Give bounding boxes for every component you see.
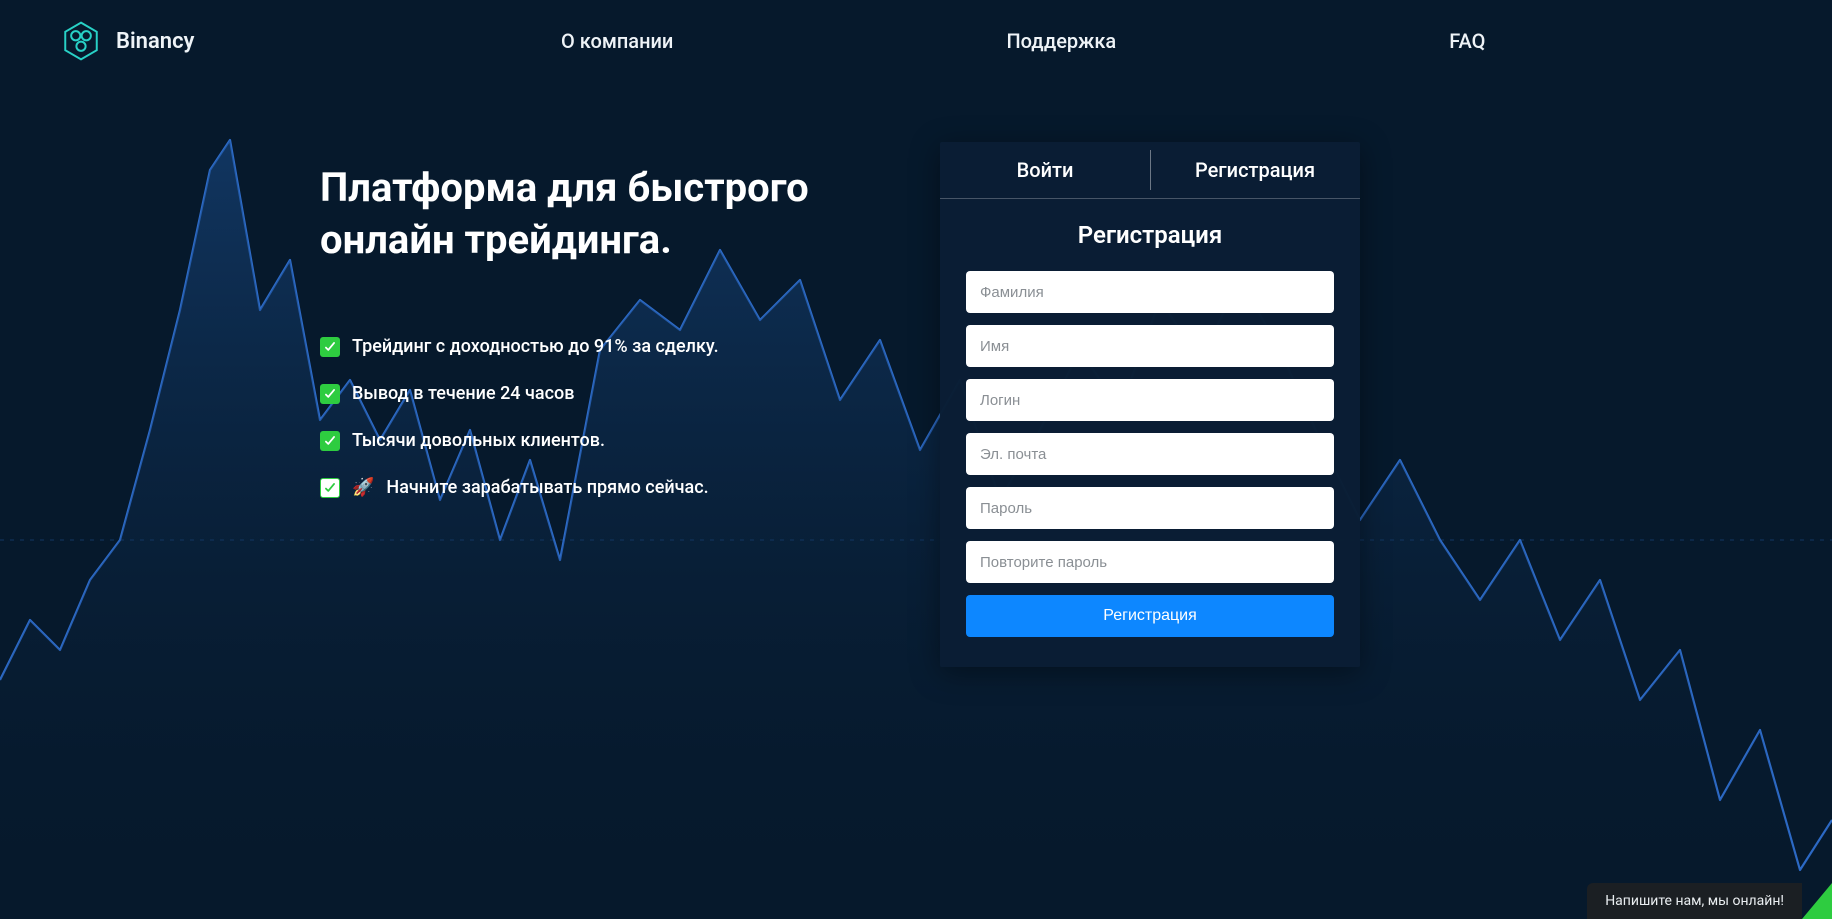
nav-support[interactable]: Поддержка xyxy=(1006,29,1116,53)
nav-about[interactable]: О компании xyxy=(561,29,673,53)
form-title: Регистрация xyxy=(966,221,1334,249)
auth-tabs: Войти Регистрация xyxy=(940,142,1360,199)
logo[interactable]: Binancy xyxy=(60,20,194,62)
header: Binancy О компании Поддержка FAQ xyxy=(0,0,1832,72)
feature-text: Тысячи довольных клиентов. xyxy=(352,430,605,451)
main-nav: О компании Поддержка FAQ xyxy=(194,29,1772,53)
tab-register[interactable]: Регистрация xyxy=(1150,142,1360,198)
chat-widget[interactable]: Напишите нам, мы онлайн! xyxy=(1587,883,1832,919)
tab-login[interactable]: Войти xyxy=(940,142,1150,198)
hero-left: Платформа для быстрого онлайн трейдинга.… xyxy=(320,142,840,667)
logo-icon xyxy=(60,20,102,62)
check-icon xyxy=(320,337,340,357)
chat-indicator-icon xyxy=(1802,883,1832,919)
feature-text: Начните зарабатывать прямо сейчас. xyxy=(386,477,708,498)
register-form: Регистрация xyxy=(966,271,1334,637)
auth-card: Войти Регистрация Регистрация Регистраци… xyxy=(940,142,1360,667)
check-icon xyxy=(320,431,340,451)
nav-faq[interactable]: FAQ xyxy=(1449,29,1485,53)
check-icon xyxy=(320,384,340,404)
feature-list: Трейдинг с доходностью до 91% за сделку.… xyxy=(320,336,840,498)
email-field[interactable] xyxy=(966,433,1334,475)
logo-text: Binancy xyxy=(116,29,194,54)
name-field[interactable] xyxy=(966,325,1334,367)
feature-item: Трейдинг с доходностью до 91% за сделку. xyxy=(320,336,840,357)
hero-title: Платформа для быстрого онлайн трейдинга. xyxy=(320,162,840,266)
feature-text: Вывод в течение 24 часов xyxy=(352,383,574,404)
login-field[interactable] xyxy=(966,379,1334,421)
check-icon xyxy=(320,478,340,498)
register-button[interactable]: Регистрация xyxy=(966,595,1334,637)
feature-text: Трейдинг с доходностью до 91% за сделку. xyxy=(352,336,719,357)
password2-field[interactable] xyxy=(966,541,1334,583)
feature-item: 🚀 Начните зарабатывать прямо сейчас. xyxy=(320,477,840,498)
password-field[interactable] xyxy=(966,487,1334,529)
rocket-icon: 🚀 xyxy=(352,477,374,498)
hero: Платформа для быстрого онлайн трейдинга.… xyxy=(0,72,1832,667)
feature-item: Вывод в течение 24 часов xyxy=(320,383,840,404)
feature-item: Тысячи довольных клиентов. xyxy=(320,430,840,451)
chat-text[interactable]: Напишите нам, мы онлайн! xyxy=(1587,883,1802,919)
surname-field[interactable] xyxy=(966,271,1334,313)
